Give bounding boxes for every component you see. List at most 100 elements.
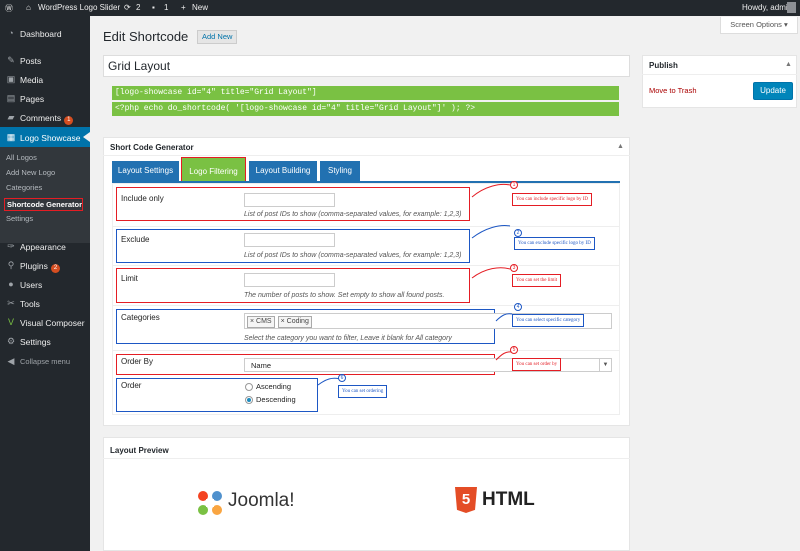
exclude-input[interactable] [244,233,335,247]
coding-tag-label: Coding [286,318,309,325]
limit-description: The number of posts to show. Set empty t… [244,292,445,299]
avatar[interactable] [787,2,796,13]
joomla-logo-text: Joomla! [228,490,295,511]
layout-preview-panel [103,437,630,551]
tab-layout-settings[interactable]: Layout Settings [112,161,179,181]
menu-visual-composer-label: Visual Composer [20,318,85,328]
include-label: Include only [121,194,164,203]
order-ascending-label: Ascending [256,382,292,391]
menu-pages-label: Pages [20,94,45,104]
menu-appearance[interactable]: ✑ Appearance [0,238,90,256]
arrow-3 [471,267,511,279]
collapse-arrow-icon[interactable]: ▲ [617,143,624,150]
plugins-badge: 2 [50,264,61,273]
active-menu-arrow [83,132,90,142]
html5-shield-icon: 5 [455,487,477,513]
include-input[interactable] [244,193,335,207]
dashboard-icon: ◔ [8,28,14,38]
menu-media[interactable]: ▣ Media [0,71,90,89]
move-to-trash-link[interactable]: Move to Trash [649,86,697,95]
plugin-icon: ⚲ [7,260,15,270]
comments-icon[interactable]: ▪ [152,3,155,12]
collapse-icon: ◀ [7,356,15,366]
collapse-menu-button[interactable]: ◀ Collapse menu [0,353,90,371]
annotation-6: You can set ordering [338,385,388,398]
pin-icon: ✎ [7,55,15,65]
order-descending-radio[interactable] [245,396,253,404]
menu-plugins-label: Plugins 2 [20,261,61,273]
cms-tag-label: CMS [256,318,272,325]
divider [103,155,630,156]
arrow-2 [471,225,511,239]
divider [642,74,797,75]
site-name-link[interactable]: WordPress Logo Slider [38,3,120,12]
menu-users[interactable]: ● Users [0,276,90,294]
new-link[interactable]: New [192,3,208,12]
annotation-4: You can select specific category [512,314,585,327]
menu-pages[interactable]: ▤ Pages [0,90,90,108]
logo-showcase-icon: ▦ [6,132,16,142]
menu-comments[interactable]: ▰ Comments 1 [0,109,90,127]
menu-plugins[interactable]: ⚲ Plugins 2 [0,257,90,275]
annotation-3: You can set the limit [512,274,562,287]
category-tag-cms[interactable]: × CMS [247,316,275,328]
collapse-arrow-icon[interactable]: ▲ [785,61,792,68]
visual-composer-icon: V [7,317,14,327]
menu-appearance-label: Appearance [20,242,66,252]
order-ascending-radio[interactable] [245,383,253,391]
add-new-button[interactable]: Add New [197,30,238,44]
post-title-input[interactable]: Grid Layout [103,55,630,77]
php-shortcode-line[interactable]: <?php echo do_shortcode( '[logo-showcase… [112,102,619,116]
menu-comments-label: Comments 1 [20,113,74,125]
order-label: Order [121,381,142,390]
users-icon: ● [8,279,14,289]
exclude-description: List of post IDs to show (comma-separate… [244,252,462,259]
page-title: Edit Shortcode [103,29,189,44]
menu-logo-showcase-label: Logo Showcase [20,133,81,143]
annotation-number-5: 5 [510,346,518,354]
submenu-all-logos[interactable]: All Logos [6,153,37,162]
category-tag-coding[interactable]: × Coding [277,316,312,328]
menu-logo-showcase[interactable]: ▦ Logo Showcase [0,127,90,147]
submenu-shortcode-generator[interactable]: Shortcode Generator [4,198,83,211]
menu-media-label: Media [20,75,44,85]
submenu-add-new-logo[interactable]: Add New Logo [6,168,55,177]
updates-count[interactable]: 2 [136,3,140,12]
admin-menu: ◔ Dashboard ✎ Posts ▣ Media ▤ Pages ▰ Comment… [0,16,90,551]
update-button[interactable]: Update [753,82,793,100]
menu-tools-label: Tools [20,299,40,309]
screen-options-button[interactable]: Screen Options ▾ [720,17,798,34]
annotation-number-4: 4 [514,303,522,311]
html-logo-text: HTML [482,489,535,510]
annotation-number-6: 6 [338,374,346,382]
plugins-text: Plugins [20,261,48,271]
menu-visual-composer[interactable]: V Visual Composer [0,314,90,332]
pages-icon: ▤ [6,93,16,103]
tab-styling[interactable]: Styling [320,161,360,181]
menu-settings[interactable]: ⚙ Settings [0,333,90,351]
comments-text: Comments [20,113,62,123]
submenu-settings[interactable]: Settings [6,214,33,223]
howdy-link[interactable]: Howdy, admin [742,3,792,12]
submenu-categories[interactable]: Categories [6,183,42,192]
tab-layout-building[interactable]: Layout Building [249,161,317,181]
comments-badge: 1 [64,116,74,125]
paintbrush-icon: ✑ [7,241,15,251]
limit-input[interactable] [244,273,335,287]
shortcode-line[interactable]: [logo-showcase id="4" title="Grid Layout… [112,86,619,100]
joomla-logo-icon [198,491,222,515]
comment-bubble-icon: ▰ [7,112,15,122]
menu-posts[interactable]: ✎ Posts [0,52,90,70]
exclude-label: Exclude [121,235,150,244]
wordpress-logo-icon[interactable]: Ⓦ [5,3,13,14]
menu-dashboard[interactable]: ◔ Dashboard [0,25,90,43]
annotation-1: You can include specific logo by ID [512,193,592,206]
updates-icon[interactable]: ⟳ [124,3,131,12]
annotation-number-3: 3 [510,264,518,272]
annotation-arrows [471,183,513,361]
plus-icon[interactable]: + [181,3,186,12]
limit-label: Limit [121,274,138,283]
comments-count[interactable]: 1 [164,3,168,12]
menu-tools[interactable]: ✂ Tools [0,295,90,313]
annotation-number-2: 2 [514,229,522,237]
